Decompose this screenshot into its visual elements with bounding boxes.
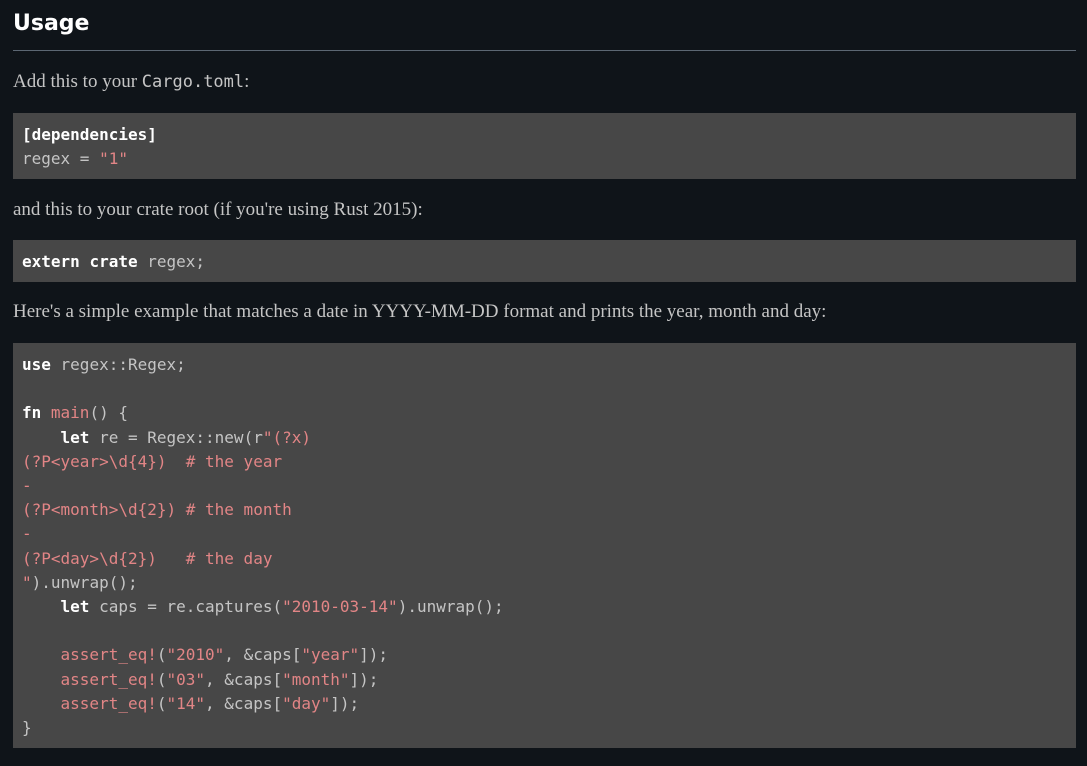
doc-content: Usage Add this to your Cargo.toml: [depe… — [13, 0, 1076, 748]
code-block-dependencies[interactable]: [dependencies] regex = "1" — [13, 113, 1076, 179]
inline-code-cargo-toml: Cargo.toml — [141, 72, 245, 92]
code-macro: assert_eq! — [60, 645, 157, 665]
code-keyword: use — [22, 355, 51, 374]
paragraph-example-description: Here's a simple example that matches a d… — [13, 301, 827, 322]
code-string: "year" — [301, 645, 360, 665]
code-string: - — [22, 524, 32, 544]
code-string: "14" — [166, 693, 206, 713]
code-keyword: crate — [89, 252, 138, 271]
code-token: ( — [156, 645, 167, 665]
code-token: re = Regex::new(r — [89, 427, 263, 447]
code-string: (?P<month>\d{2}) # the month — [22, 500, 292, 520]
code-token: , &caps[ — [205, 693, 283, 713]
paragraph-cargo-instructions: Add this to your Cargo.toml: — [13, 70, 249, 94]
code-keyword: let — [60, 597, 90, 617]
code-keyword: let — [60, 427, 90, 447]
code-token: ( — [156, 669, 167, 689]
code-token: , &caps[ — [224, 645, 302, 665]
code-macro: assert_eq! — [60, 693, 157, 713]
code-string: (?P<day>\d{2}) # the day — [22, 548, 273, 568]
code-string: - — [22, 476, 32, 496]
code-token: ]); — [359, 645, 389, 665]
code-token: caps = re.captures( — [89, 597, 283, 617]
code-string: (?P<year>\d{4}) # the year — [22, 451, 283, 471]
code-string: "(?x) — [262, 427, 311, 447]
paragraph-text: Add this to your — [13, 71, 142, 92]
code-token: () { — [89, 403, 128, 423]
code-string: "2010" — [166, 645, 225, 665]
code-string: "month" — [282, 669, 350, 689]
section-heading-usage[interactable]: Usage — [13, 0, 1076, 51]
code-token: regex::Regex; — [50, 355, 186, 374]
code-string: "2010-03-14" — [282, 597, 398, 617]
code-macro: assert_eq! — [60, 669, 157, 689]
code-token: ]); — [330, 693, 360, 713]
code-token: ).unwrap(); — [397, 597, 504, 617]
code-token: regex; — [137, 252, 206, 271]
code-string: "03" — [166, 669, 206, 689]
code-block-regex-example[interactable]: use regex::Regex; fn main() { let re = R… — [13, 343, 1076, 748]
code-token: } — [22, 718, 32, 738]
code-block-extern-crate[interactable]: extern crate regex; — [13, 240, 1076, 282]
code-token: , &caps[ — [205, 669, 283, 689]
code-keyword: extern — [22, 252, 80, 271]
code-token: regex = — [22, 149, 100, 169]
code-string: " — [22, 572, 32, 592]
code-token: ( — [156, 693, 167, 713]
code-token: ]); — [349, 669, 379, 689]
code-function-name: main — [50, 403, 90, 423]
code-keyword: fn — [22, 403, 42, 423]
code-token: [dependencies] — [22, 125, 157, 144]
code-string: "1" — [99, 149, 128, 169]
paragraph-crate-root: and this to your crate root (if you're u… — [13, 199, 423, 220]
code-token: ).unwrap(); — [31, 572, 138, 592]
code-string: "day" — [282, 693, 331, 713]
paragraph-text: : — [244, 71, 250, 92]
